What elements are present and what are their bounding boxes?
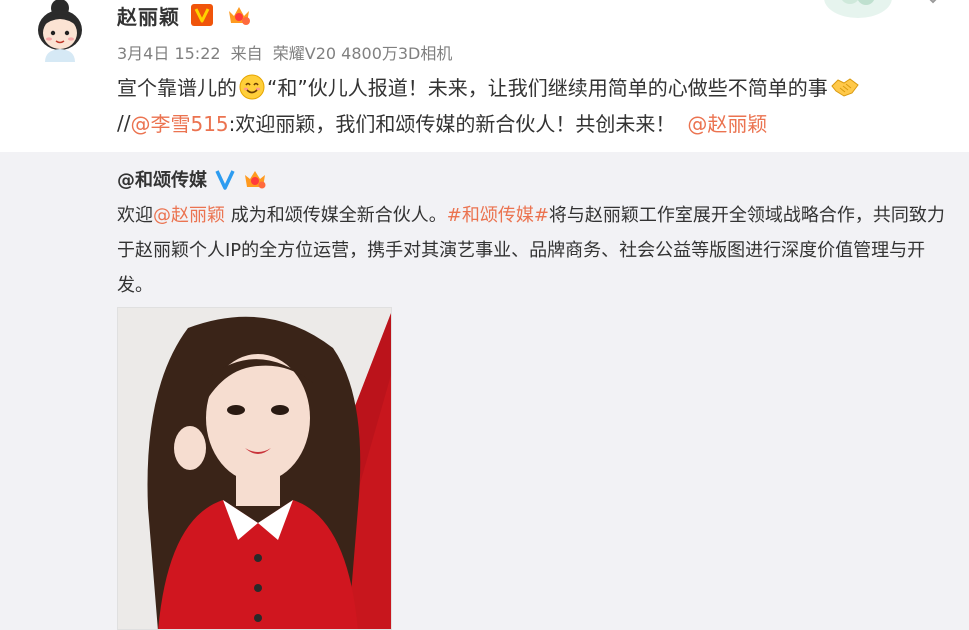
vip-crown-icon[interactable] <box>243 167 267 191</box>
repost-author-line: @和颂传媒 <box>117 166 267 192</box>
post-timestamp[interactable]: 3月4日 15:22 <box>117 44 221 63</box>
smile-emoji-icon <box>239 74 265 100</box>
repost-chain-prefix: // <box>117 110 131 135</box>
repost-text-part2: 成为和颂传媒全新合伙人。 <box>225 205 447 226</box>
chevron-down-icon[interactable] <box>926 0 940 8</box>
blue-v-icon <box>213 167 237 191</box>
post-text-part2: “和”伙儿人报道！未来，让我们继续用简单的心做些不简单的事 <box>267 76 828 100</box>
mention-link[interactable]: @李雪515 <box>130 108 228 137</box>
post-photo[interactable] <box>117 307 392 630</box>
post-text-line1: 宣个靠谱儿的 “和”伙儿人报道！未来，让我们继续用简单的心做些不简单的事 <box>117 72 859 101</box>
source-prefix: 来自 <box>230 44 263 63</box>
author-name[interactable]: 赵丽颖 <box>117 1 180 30</box>
repost-author-name[interactable]: @和颂传媒 <box>117 166 207 192</box>
hashtag-link[interactable]: #和颂传媒# <box>447 205 549 226</box>
repost-mention-link[interactable]: @赵丽颖 <box>153 205 225 226</box>
mention-link-author[interactable]: @赵丽颖 <box>687 108 767 137</box>
v-badge-icon <box>190 3 214 27</box>
vip-crown-icon[interactable] <box>226 3 252 27</box>
user-avatar[interactable] <box>30 0 90 62</box>
repost-body-text: 欢迎@赵丽颖 成为和颂传媒全新合伙人。#和颂传媒#将与赵丽颖工作室展开全领域战略… <box>117 198 947 303</box>
repost-text-part1: 欢迎 <box>117 205 153 226</box>
handshake-emoji-icon <box>830 74 859 100</box>
corner-avatar[interactable] <box>820 0 900 24</box>
post-text-part1: 宣个靠谱儿的 <box>117 76 237 100</box>
author-line: 赵丽颖 <box>117 0 252 30</box>
repost-chain-text: :欢迎丽颖，我们和颂传媒的新合伙人！共创未来！ <box>228 112 676 136</box>
reposted-content: @和颂传媒 欢迎@赵丽颖 成为和颂传媒全新合伙人。#和颂传媒#将与赵丽颖工作室展… <box>0 152 969 630</box>
source-device[interactable]: 荣耀V20 4800万3D相机 <box>273 44 453 63</box>
post-text-line2: // @李雪515 :欢迎丽颖，我们和颂传媒的新合伙人！共创未来！ @赵丽颖 <box>117 108 767 137</box>
post-meta: 3月4日 15:22 来自 荣耀V20 4800万3D相机 <box>117 40 457 64</box>
weibo-post: 赵丽颖 3月4日 15:22 来自 荣耀V20 4800万3D相机 宣个靠谱儿的… <box>0 0 969 152</box>
